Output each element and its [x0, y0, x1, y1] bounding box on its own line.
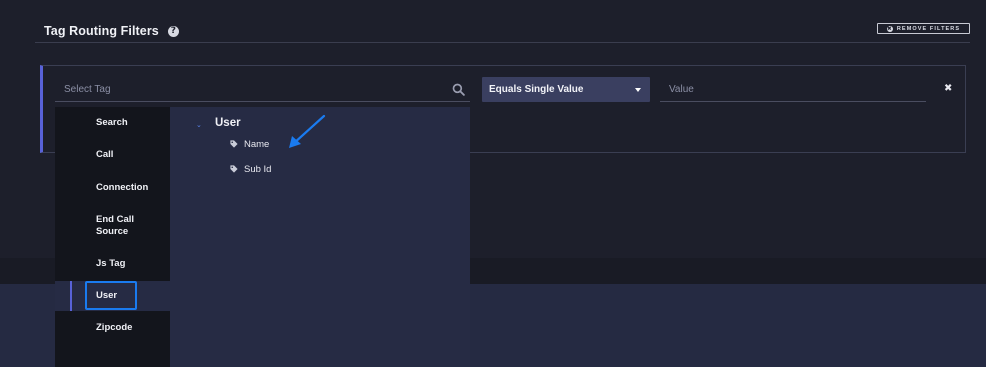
remove-filter-row-icon[interactable]: ✖ [944, 84, 952, 94]
remove-icon: ✖ [886, 25, 893, 32]
tag-option-name[interactable]: Name [230, 137, 269, 151]
category-connection[interactable]: Connection [55, 182, 170, 194]
tag-category-list: Search Call Connection End Call Source J… [55, 107, 170, 367]
select-tag-field[interactable]: Select Tag [55, 78, 470, 102]
tag-icon [230, 140, 238, 148]
chevron-down-icon[interactable]: ⌄ [196, 121, 202, 129]
select-tag-placeholder: Select Tag [64, 84, 111, 95]
category-zipcode[interactable]: Zipcode [55, 322, 170, 334]
tag-option-label: Sub Id [244, 163, 272, 175]
tag-options-panel [170, 107, 470, 367]
tag-option-label: Name [244, 138, 270, 150]
value-input[interactable] [660, 78, 926, 102]
remove-filters-button[interactable]: ✖ REMOVE FILTERS [877, 23, 970, 34]
category-end-call-source-label: End Call Source [96, 214, 135, 237]
section-title: Tag Routing Filters [44, 24, 159, 38]
category-search[interactable]: Search [55, 117, 170, 129]
category-user[interactable]: User [55, 281, 170, 311]
header-divider [35, 42, 970, 43]
category-call[interactable]: Call [55, 149, 170, 161]
category-end-call-source[interactable]: End Call Source [55, 214, 170, 238]
caret-down-icon [635, 88, 641, 92]
help-icon[interactable]: ? [167, 25, 179, 37]
operator-select[interactable]: Equals Single Value [482, 77, 650, 102]
category-js-tag[interactable]: Js Tag [55, 258, 170, 270]
section-header: Tag Routing Filters ? [44, 22, 179, 40]
search-icon [452, 83, 465, 96]
remove-filters-label: REMOVE FILTERS [896, 25, 961, 32]
tag-group-label: User [215, 117, 241, 129]
tag-option-sub-id[interactable]: Sub Id [230, 162, 271, 176]
operator-selected-value: Equals Single Value [489, 84, 584, 95]
selected-category-indicator [70, 281, 72, 311]
tag-icon [230, 165, 238, 173]
